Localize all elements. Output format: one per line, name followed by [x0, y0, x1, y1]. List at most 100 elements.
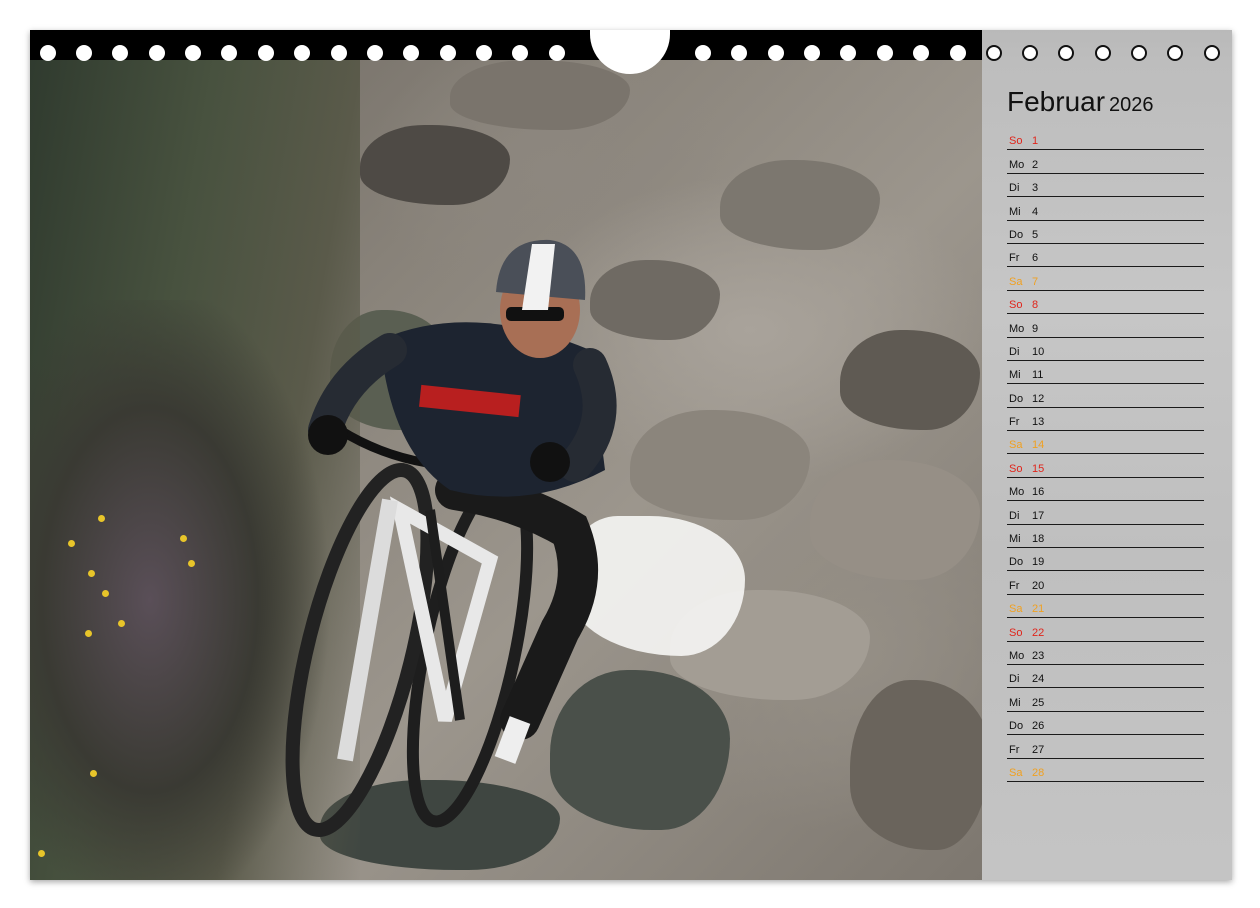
weekday-label: Mi: [1009, 369, 1021, 382]
binding-hole: [258, 45, 274, 61]
binding-hole: [913, 45, 929, 61]
weekday-label: So: [1009, 462, 1023, 475]
binding-hole: [294, 45, 310, 61]
weekday-label: Do: [1009, 556, 1024, 569]
day-number: 12: [1032, 392, 1045, 405]
day-row: Sa 28: [1007, 759, 1204, 782]
rider-on-bike: [285, 239, 617, 837]
day-row: Mi 18: [1007, 525, 1204, 549]
day-number: 16: [1032, 486, 1045, 499]
day-number: 5: [1032, 228, 1039, 241]
day-number: 26: [1032, 720, 1045, 733]
day-row: Mi 11: [1007, 361, 1204, 385]
day-row: Mo 16: [1007, 478, 1204, 502]
weekday-label: Sa: [1009, 603, 1023, 616]
day-row: Sa 21: [1007, 595, 1204, 619]
day-number: 4: [1032, 205, 1039, 218]
day-row: Do 5: [1007, 221, 1204, 244]
day-number: 23: [1032, 649, 1045, 662]
day-number: 24: [1032, 673, 1045, 686]
day-number: 2: [1032, 158, 1039, 171]
binding-hole: [440, 45, 456, 61]
weekday-label: Sa: [1009, 439, 1023, 452]
day-number: 11: [1032, 369, 1044, 382]
binding-hole: [986, 45, 1002, 61]
spiral-binding-strip: [30, 30, 982, 60]
binding-hole: [476, 45, 492, 61]
binding-hole: [877, 45, 893, 61]
day-row: So 1: [1007, 127, 1204, 151]
day-row: Fr 27: [1007, 735, 1204, 759]
weekday-label: Mo: [1009, 649, 1025, 662]
day-row: Mi 25: [1007, 688, 1204, 712]
weekday-label: Fr: [1009, 579, 1020, 592]
weekday-label: Mo: [1009, 486, 1025, 499]
binding-hole: [840, 45, 856, 61]
day-list: So 1 Mo 2 Di 3 Mi 4 Do 5 Fr 6 Sa 7 So 8 Mo 9 Di 10 Mi 11 Do 12 F…: [1007, 127, 1204, 782]
weekday-label: Mi: [1009, 696, 1021, 709]
day-number: 7: [1032, 275, 1039, 288]
day-number: 25: [1032, 696, 1045, 709]
day-row: So 8: [1007, 291, 1204, 315]
weekday-label: Fr: [1009, 743, 1020, 756]
day-number: 22: [1032, 626, 1045, 639]
day-row: Mo 2: [1007, 150, 1204, 174]
day-number: 10: [1032, 345, 1045, 358]
day-row: Do 19: [1007, 548, 1204, 572]
weekday-label: Sa: [1009, 766, 1023, 779]
day-row: Sa 14: [1007, 431, 1204, 455]
day-number: 15: [1032, 462, 1045, 475]
mountain-bike-photo: [30, 30, 982, 880]
day-row: Di 17: [1007, 501, 1204, 525]
weekday-label: So: [1009, 626, 1023, 639]
day-number: 9: [1032, 322, 1039, 335]
binding-hole: [731, 45, 747, 61]
day-number: 28: [1032, 766, 1045, 779]
binding-hole: [331, 45, 347, 61]
day-row: So 22: [1007, 618, 1204, 642]
day-row: Sa 7: [1007, 267, 1204, 291]
day-number: 20: [1032, 579, 1045, 592]
binding-hole: [549, 45, 565, 61]
weekday-label: Fr: [1009, 252, 1020, 265]
day-number: 21: [1032, 603, 1045, 616]
binding-hole: [1095, 45, 1111, 61]
binding-hole: [112, 45, 128, 61]
day-number: 8: [1032, 299, 1039, 312]
binding-hole: [76, 45, 92, 61]
binding-hole: [1058, 45, 1074, 61]
day-number: 3: [1032, 182, 1039, 195]
binding-hole: [221, 45, 237, 61]
weekday-label: Mi: [1009, 533, 1021, 546]
binding-hole: [1022, 45, 1038, 61]
binding-hole: [695, 45, 711, 61]
day-row: Mo 9: [1007, 314, 1204, 338]
day-row: Fr 13: [1007, 408, 1204, 432]
binding-hole: [40, 45, 56, 61]
weekday-label: Mi: [1009, 205, 1021, 218]
day-row: Fr 20: [1007, 571, 1204, 595]
binding-hole: [185, 45, 201, 61]
day-row: Di 3: [1007, 174, 1204, 198]
weekday-label: Sa: [1009, 275, 1023, 288]
binding-hole: [512, 45, 528, 61]
day-number: 17: [1032, 509, 1045, 522]
binding-hole: [768, 45, 784, 61]
binding-hole: [403, 45, 419, 61]
weekday-label: So: [1009, 135, 1023, 148]
weekday-label: Di: [1009, 182, 1020, 195]
weekday-label: Do: [1009, 392, 1024, 405]
binding-hole: [1167, 45, 1183, 61]
weekday-label: Mo: [1009, 322, 1025, 335]
day-row: Do 12: [1007, 384, 1204, 408]
day-number: 27: [1032, 743, 1045, 756]
day-row: Di 24: [1007, 665, 1204, 689]
weekday-label: Di: [1009, 509, 1020, 522]
binding-hole: [367, 45, 383, 61]
binding-hole: [1204, 45, 1220, 61]
month-name: Februar: [1007, 86, 1106, 117]
day-number: 14: [1032, 439, 1045, 452]
weekday-label: Do: [1009, 228, 1024, 241]
day-row: So 15: [1007, 454, 1204, 478]
binding-hole: [804, 45, 820, 61]
